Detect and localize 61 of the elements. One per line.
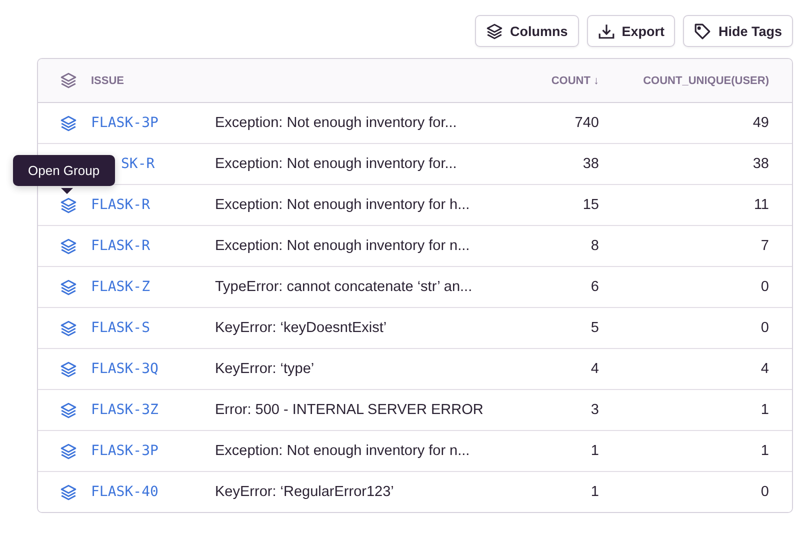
column-header: ISSUE (91, 74, 124, 86)
issue-title: Exception: Not enough inventory for n... (215, 443, 470, 459)
issue-link[interactable]: FLASK-3Q (91, 361, 158, 377)
count-cell: 6 (590, 279, 599, 295)
issue-title: KeyError: ‘keyDoesntExist’ (215, 320, 387, 336)
issue-link[interactable]: FLASK-3P (91, 443, 158, 459)
tooltip-arrow (61, 188, 73, 194)
issue-link[interactable]: FLASK-3P (91, 115, 158, 131)
export-button[interactable]: Export (586, 15, 676, 47)
group-icon (60, 320, 77, 336)
issue-title: Exception: Not enough inventory for... (215, 115, 457, 131)
group-icon (60, 278, 77, 296)
count-cell: 740 (574, 115, 599, 131)
issue-title: TypeError: cannot concatenate ‘str’ an... (215, 279, 472, 295)
group-icon (60, 238, 77, 254)
unique-count-cell: 0 (760, 279, 769, 295)
issue-title: Exception: Not enough inventory for... (215, 156, 457, 172)
unique-count-cell: 1 (760, 402, 769, 418)
layers-icon (60, 72, 77, 89)
count-cell: 1 (590, 443, 599, 459)
issue-link[interactable]: SK-R (121, 156, 155, 172)
group-icon (60, 402, 77, 418)
group-icon (60, 442, 77, 460)
tag-button[interactable]: Hide Tags (683, 15, 793, 47)
download-icon (598, 22, 615, 40)
unique-count-cell: 4 (760, 361, 769, 377)
count-cell: 1 (590, 484, 599, 500)
tag-icon (694, 22, 712, 40)
issue-link[interactable]: FLASK-3Z (91, 402, 158, 418)
columns-button[interactable]: Columns (474, 15, 579, 47)
tooltip: Open Group (13, 155, 115, 186)
issue-link[interactable]: FLASK-R (91, 238, 150, 254)
group-icon (60, 484, 77, 500)
count-cell: 38 (582, 156, 599, 172)
group-icon (60, 196, 77, 214)
layers-icon (486, 22, 503, 40)
unique-count-cell: 49 (752, 115, 769, 131)
issue-title: Exception: Not enough inventory for n... (215, 238, 470, 254)
group-icon (60, 114, 77, 132)
column-header[interactable]: COUNT ↓ (551, 74, 599, 86)
count-cell: 4 (590, 361, 599, 377)
unique-count-cell: 0 (760, 320, 769, 336)
count-cell: 5 (590, 320, 599, 336)
unique-count-cell: 1 (760, 443, 769, 459)
issue-title: KeyError: ‘type’ (215, 361, 314, 377)
issue-link[interactable]: FLASK-R (91, 197, 150, 213)
issue-title: Exception: Not enough inventory for h... (215, 197, 470, 213)
unique-count-cell: 38 (752, 156, 769, 172)
group-icon (60, 360, 77, 378)
count-cell: 8 (590, 238, 599, 254)
unique-count-cell: 7 (760, 238, 769, 254)
issue-link[interactable]: FLASK-S (91, 320, 150, 336)
unique-count-cell: 0 (760, 484, 769, 500)
count-cell: 15 (582, 197, 599, 213)
issue-link[interactable]: FLASK-Z (91, 279, 150, 295)
column-header: COUNT_UNIQUE(USER) (643, 74, 769, 86)
issue-link[interactable]: FLASK-40 (91, 484, 158, 500)
count-cell: 3 (590, 402, 599, 418)
issue-title: KeyError: ‘RegularError123’ (215, 484, 394, 500)
issue-title: Error: 500 - INTERNAL SERVER ERROR (215, 402, 484, 418)
unique-count-cell: 11 (754, 197, 769, 213)
